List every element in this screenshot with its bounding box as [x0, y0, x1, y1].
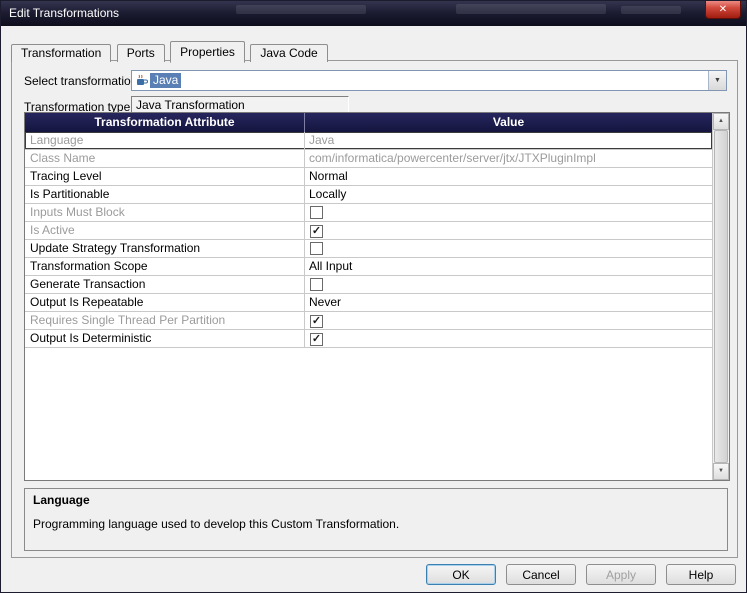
table-row[interactable]: Inputs Must Block [25, 204, 712, 222]
table-row[interactable]: Tracing Level Normal [25, 168, 712, 186]
triangle-down-icon: ▼ [718, 468, 724, 474]
attribute-cell: Output Is Deterministic [25, 330, 305, 347]
dialog-buttons: OK Cancel Apply Help [426, 564, 736, 585]
value-cell [305, 204, 712, 221]
titlebar[interactable]: Edit Transformations ✕ [1, 1, 746, 26]
value-cell[interactable]: Java [305, 132, 712, 149]
scrollbar-thumb[interactable] [714, 130, 728, 463]
close-icon: ✕ [718, 4, 728, 15]
table-row[interactable]: Transformation Scope All Input [25, 258, 712, 276]
header-value[interactable]: Value [305, 113, 712, 132]
attributes-table: Transformation Attribute Value Language J… [24, 112, 730, 481]
close-button[interactable]: ✕ [705, 1, 741, 19]
attribute-cell: Inputs Must Block [25, 204, 305, 221]
cancel-button[interactable]: Cancel [506, 564, 576, 585]
table-row[interactable]: Class Name com/informatica/powercenter/se… [25, 150, 712, 168]
attribute-cell: Update Strategy Transformation [25, 240, 305, 257]
description-text: Programming language used to develop thi… [33, 517, 400, 531]
select-transformation-label: Select transformation: [24, 74, 141, 88]
chevron-down-icon: ▼ [714, 77, 721, 84]
checkbox-checked-icon[interactable]: ✓ [310, 225, 323, 238]
scroll-down-button[interactable]: ▼ [713, 463, 729, 480]
attribute-cell: Output Is Repeatable [25, 294, 305, 311]
value-cell: ✓ [305, 330, 712, 347]
tab-properties[interactable]: Properties [170, 41, 245, 63]
ok-button[interactable]: OK [426, 564, 496, 585]
titlebar-glass-artifact [456, 4, 606, 14]
titlebar-glass-artifact [236, 5, 366, 14]
scroll-up-button[interactable]: ▲ [713, 113, 729, 130]
value-cell [305, 240, 712, 257]
grid-rows: Language Java Class Name com/informatica/po… [25, 132, 712, 480]
value-cell[interactable]: com/informatica/powercenter/server/jtx/J… [305, 150, 712, 167]
attribute-cell: Is Partitionable [25, 186, 305, 203]
table-row[interactable]: Language Java [25, 132, 712, 150]
checkbox-unchecked-icon[interactable] [310, 242, 323, 255]
properties-tab-panel: Select transformation: Java ▼ Transforma… [11, 60, 738, 558]
attribute-cell: Tracing Level [25, 168, 305, 185]
titlebar-glass-artifact [621, 6, 681, 14]
value-cell[interactable]: All Input [305, 258, 712, 275]
header-attribute[interactable]: Transformation Attribute [25, 113, 305, 132]
java-transformation-icon [135, 74, 148, 87]
tab-java-code[interactable]: Java Code [250, 44, 328, 62]
table-row[interactable]: Output Is Repeatable Never [25, 294, 712, 312]
checkbox-unchecked-icon[interactable] [310, 206, 323, 219]
value-cell: ✓ [305, 312, 712, 329]
tab-strip: Transformation Ports Properties Java Cod… [11, 40, 329, 63]
combo-dropdown-button[interactable]: ▼ [708, 71, 726, 90]
table-row[interactable]: Generate Transaction [25, 276, 712, 294]
attribute-cell: Requires Single Thread Per Partition [25, 312, 305, 329]
value-cell[interactable]: Locally [305, 186, 712, 203]
checkbox-checked-icon[interactable]: ✓ [310, 315, 323, 328]
tab-transformation[interactable]: Transformation [11, 44, 112, 62]
description-title: Language [33, 493, 90, 507]
table-row[interactable]: Output Is Deterministic ✓ [25, 330, 712, 348]
attribute-cell: Generate Transaction [25, 276, 305, 293]
value-cell[interactable]: Never [305, 294, 712, 311]
triangle-up-icon: ▲ [718, 118, 724, 124]
vertical-scrollbar[interactable]: ▲ ▼ [712, 113, 729, 480]
value-cell: ✓ [305, 222, 712, 239]
help-button[interactable]: Help [666, 564, 736, 585]
table-row[interactable]: Is Active ✓ [25, 222, 712, 240]
select-transformation-combobox[interactable]: Java ▼ [131, 70, 727, 91]
attribute-cell: Is Active [25, 222, 305, 239]
table-row[interactable]: Requires Single Thread Per Partition ✓ [25, 312, 712, 330]
edit-transformations-dialog: Edit Transformations ✕ Transformation Po… [0, 0, 747, 593]
apply-button[interactable]: Apply [586, 564, 656, 585]
attribute-cell: Transformation Scope [25, 258, 305, 275]
table-row[interactable]: Is Partitionable Locally [25, 186, 712, 204]
window-title: Edit Transformations [9, 6, 120, 20]
attribute-cell: Language [25, 132, 305, 149]
tab-ports[interactable]: Ports [116, 44, 165, 62]
table-header: Transformation Attribute Value [25, 113, 712, 132]
description-panel: Language Programming language used to de… [24, 488, 728, 551]
combo-selected-value: Java [150, 73, 182, 88]
value-cell[interactable]: Normal [305, 168, 712, 185]
checkbox-checked-icon[interactable]: ✓ [310, 333, 323, 346]
attribute-cell: Class Name [25, 150, 305, 167]
checkbox-unchecked-icon[interactable] [310, 278, 323, 291]
value-cell [305, 276, 712, 293]
table-row[interactable]: Update Strategy Transformation [25, 240, 712, 258]
